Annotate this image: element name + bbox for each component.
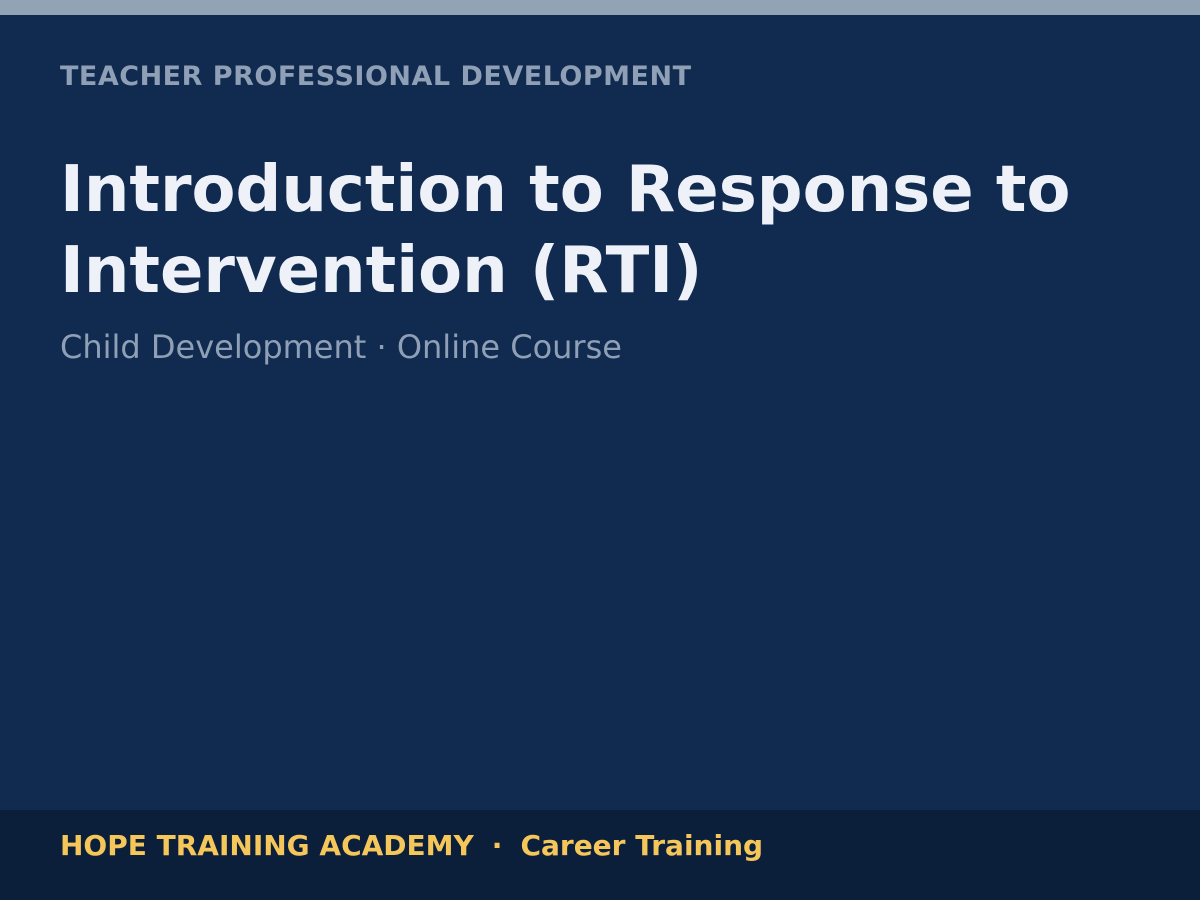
slide-title: Introduction to Response to Intervention… <box>60 153 1071 308</box>
footer-branding: HOPE TRAINING ACADEMY · Career Training <box>60 828 763 864</box>
slide-page: TEACHER PROFESSIONAL DEVELOPMENT Introdu… <box>0 0 1200 900</box>
slide-eyebrow: TEACHER PROFESSIONAL DEVELOPMENT <box>60 61 692 92</box>
slide-subtitle: Child Development · Online Course <box>60 328 622 366</box>
footer-separator: · <box>491 829 503 862</box>
top-accent-strip <box>0 0 1200 15</box>
footer-tagline: Career Training <box>520 829 764 862</box>
footer-organization: HOPE TRAINING ACADEMY <box>60 829 474 862</box>
